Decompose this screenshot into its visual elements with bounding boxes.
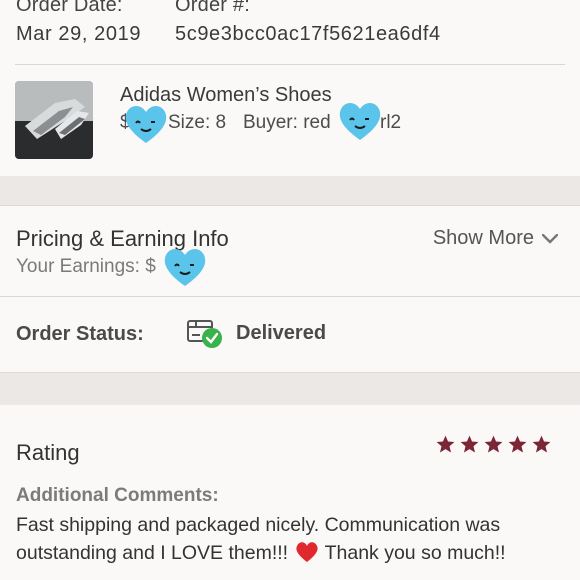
order-status-value: Delivered — [236, 322, 327, 344]
order-date-label: Order Date: — [16, 0, 123, 16]
comment-text: Fast shipping and packaged nicely. Commu… — [16, 511, 576, 567]
show-more-button[interactable]: Show More — [433, 227, 558, 250]
star-icon — [436, 435, 455, 453]
rating-stars — [435, 434, 552, 455]
comment-text-part2: Thank you so much!! — [324, 542, 506, 564]
order-status-label: Order Status: — [16, 323, 144, 345]
section-divider — [0, 205, 580, 206]
section-separator — [0, 373, 580, 405]
pricing-divider — [0, 296, 580, 297]
heart-sticker-icon — [125, 106, 167, 143]
star-icon — [508, 435, 527, 453]
order-date-value: Mar 29, 2019 — [16, 23, 142, 45]
show-more-label: Show More — [432, 227, 534, 249]
star-icon — [532, 435, 551, 453]
additional-comments-label: Additional Comments: — [16, 485, 219, 506]
order-number-value: 5c9e3bcc0ac17f5621ea6df4 — [175, 23, 441, 45]
buyer-label[interactable]: Buyer: red — [243, 112, 331, 134]
heart-sticker-icon — [164, 249, 206, 286]
chevron-down-icon — [542, 233, 558, 244]
star-icon — [460, 435, 479, 453]
earnings-label: Your Earnings: $ — [16, 256, 156, 277]
red-heart-icon — [295, 542, 318, 562]
package-delivered-icon — [187, 320, 222, 348]
rating-title: Rating — [16, 440, 80, 465]
product-size: Size: 8 — [168, 112, 227, 133]
order-number-label: Order #: — [175, 0, 250, 16]
heart-sticker-icon — [339, 103, 381, 140]
product-thumbnail[interactable] — [15, 81, 93, 159]
section-separator — [0, 176, 580, 206]
header-divider — [15, 64, 565, 65]
star-icon — [484, 435, 503, 453]
